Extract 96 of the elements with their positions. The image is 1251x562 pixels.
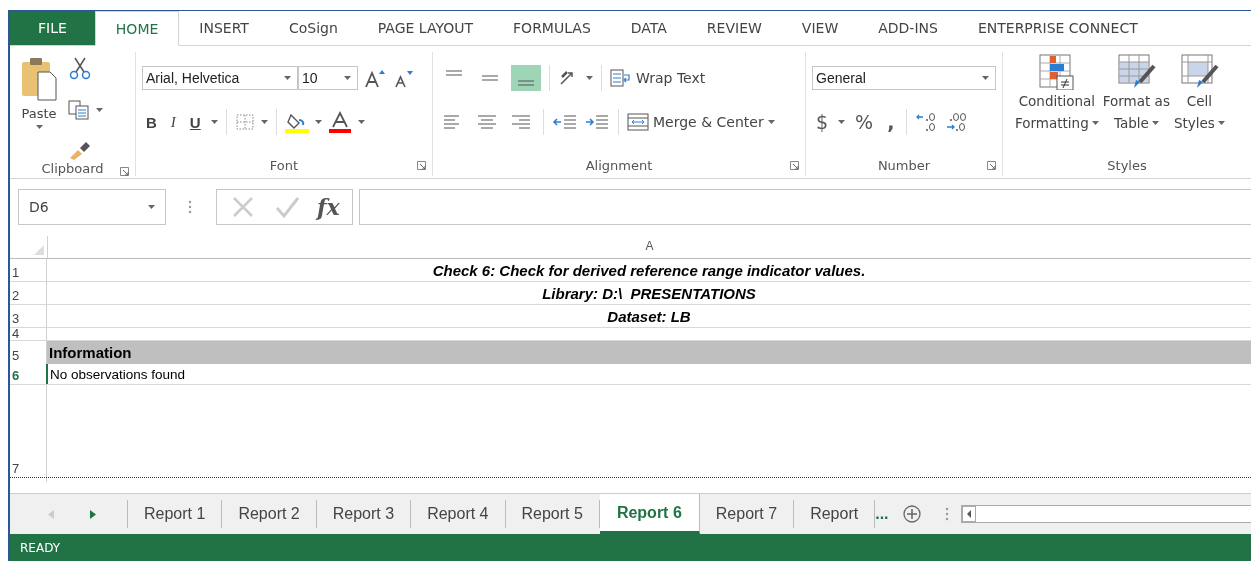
sheet-tab[interactable]: Report 3 xyxy=(316,500,412,528)
fill-color-icon[interactable] xyxy=(284,111,309,133)
ribbon-tab[interactable]: ADD-INS xyxy=(858,11,958,45)
number-format-dropdown[interactable]: General xyxy=(812,66,996,90)
group-label: Clipboard xyxy=(41,160,104,176)
group-label: Number xyxy=(877,157,931,173)
caret-icon[interactable] xyxy=(284,76,291,80)
merge-cells-icon xyxy=(627,112,649,132)
ribbon-tab[interactable]: HOME xyxy=(94,11,180,46)
decrease-font-size-icon[interactable] xyxy=(392,68,414,88)
sheet-tab[interactable]: Report 7 xyxy=(699,500,795,528)
caret-icon[interactable] xyxy=(767,120,775,124)
caret-icon[interactable] xyxy=(96,108,103,112)
bold-button[interactable]: B xyxy=(142,113,161,131)
caret-icon[interactable] xyxy=(586,76,593,80)
font-color-icon[interactable] xyxy=(327,111,352,133)
paintbrush-icon[interactable] xyxy=(68,140,92,160)
comma-style-button[interactable]: , xyxy=(883,111,899,133)
sheet-tab[interactable]: Report 4 xyxy=(411,500,506,528)
row-header[interactable]: 3 xyxy=(10,305,47,327)
caret-icon[interactable] xyxy=(838,120,846,124)
sheet-tab[interactable]: Report xyxy=(794,500,876,528)
group-label: Alignment xyxy=(585,157,653,173)
caret-icon[interactable] xyxy=(148,204,155,209)
ribbon-tab[interactable]: VIEW xyxy=(781,11,859,45)
cell-text: Information xyxy=(49,344,132,361)
file-tab[interactable]: FILE xyxy=(10,11,95,45)
row-header[interactable]: 6 xyxy=(10,364,48,384)
caret-icon[interactable] xyxy=(260,120,268,124)
group-label: Font xyxy=(269,157,299,173)
scroll-left-icon[interactable] xyxy=(961,506,976,522)
cell-text: Check 6: Check for derived reference range indicator values. xyxy=(432,261,866,279)
ribbon-tab[interactable]: FORMULAS xyxy=(493,11,611,45)
caret-icon[interactable] xyxy=(357,120,365,124)
merge-center-button[interactable]: Merge & Center xyxy=(627,112,775,132)
caret-icon[interactable] xyxy=(1217,121,1225,125)
wrap-text-button[interactable]: Wrap Text xyxy=(610,69,706,87)
horizontal-scrollbar[interactable] xyxy=(960,505,1251,523)
sheet-tab[interactable]: Report 6 xyxy=(599,494,700,534)
conditional-formatting-icon xyxy=(1036,54,1077,90)
clipboard-icon xyxy=(20,56,58,102)
scissors-icon[interactable] xyxy=(68,56,92,80)
caret-icon[interactable] xyxy=(982,76,989,80)
wrap-text-icon xyxy=(610,69,632,87)
percent-button[interactable]: % xyxy=(851,111,878,133)
cell-text: Dataset: LB xyxy=(607,307,691,325)
sheet-tab[interactable]: Report 2 xyxy=(222,500,317,528)
ribbon-tab[interactable]: INSERT xyxy=(179,11,269,45)
new-sheet-icon[interactable] xyxy=(902,505,921,523)
underline-button[interactable]: U xyxy=(185,113,205,131)
dialog-launcher-icon[interactable] xyxy=(417,161,426,170)
currency-button[interactable]: $ xyxy=(812,111,833,133)
format-as-table-button[interactable]: Format as Table xyxy=(1102,54,1170,154)
conditional-formatting-button[interactable]: Conditional Formatting xyxy=(1015,54,1099,154)
caret-icon[interactable] xyxy=(344,76,351,80)
decrease-indent-icon[interactable] xyxy=(552,112,578,132)
more-options-icon[interactable] xyxy=(188,199,192,214)
status-text: READY xyxy=(20,540,61,555)
cell-styles-button[interactable]: Cell Styles xyxy=(1173,54,1225,154)
font-size-dropdown[interactable]: 10 xyxy=(298,66,358,90)
ribbon-tab[interactable]: ENTERPRISE CONNECT xyxy=(957,11,1158,45)
copy-icon[interactable] xyxy=(68,100,90,120)
format-as-table-icon xyxy=(1116,54,1157,90)
font-name-dropdown[interactable]: Arial, Helvetica xyxy=(142,66,298,90)
cell-text: Library: D:\ PRESENTATIONS xyxy=(542,284,756,302)
italic-button[interactable]: I xyxy=(166,113,180,131)
increase-indent-icon[interactable] xyxy=(584,112,610,132)
row-header[interactable]: 1 xyxy=(10,259,47,281)
caret-icon[interactable] xyxy=(1151,121,1159,125)
caret-icon[interactable] xyxy=(1091,121,1099,125)
caret-icon[interactable] xyxy=(35,125,43,129)
dialog-launcher-icon[interactable] xyxy=(790,161,799,170)
cell-text: No observations found xyxy=(50,366,186,382)
sheet-tab[interactable]: Report 5 xyxy=(505,500,600,528)
cell-styles-icon xyxy=(1179,54,1220,90)
dialog-launcher-icon[interactable] xyxy=(120,167,129,176)
more-sheets-button[interactable]: ... xyxy=(875,494,899,534)
group-label: Styles xyxy=(1107,157,1147,173)
column-header[interactable]: A xyxy=(48,236,1251,258)
increase-font-size-icon[interactable] xyxy=(364,68,386,88)
ribbon-tab[interactable]: REVIEW xyxy=(686,11,782,45)
ribbon-tab[interactable]: CoSign xyxy=(268,11,358,45)
ribbon-tab[interactable]: PAGE LAYOUT xyxy=(357,11,494,45)
ribbon-tab[interactable]: DATA xyxy=(610,11,687,45)
name-box[interactable]: D6 xyxy=(18,188,166,225)
paste-button[interactable]: Paste xyxy=(20,56,58,160)
dialog-launcher-icon[interactable] xyxy=(987,161,996,170)
caret-icon[interactable] xyxy=(210,120,218,124)
caret-icon[interactable] xyxy=(314,120,322,124)
formula-input[interactable] xyxy=(358,188,1251,225)
sheet-tab[interactable]: Report 1 xyxy=(128,500,223,528)
row-header[interactable]: 4 xyxy=(10,328,47,340)
row-header[interactable]: 2 xyxy=(10,282,47,304)
row-header[interactable]: 7 xyxy=(10,385,47,477)
scroll-right-icon[interactable] xyxy=(90,509,96,519)
insert-function-button[interactable]: fx xyxy=(317,193,340,220)
